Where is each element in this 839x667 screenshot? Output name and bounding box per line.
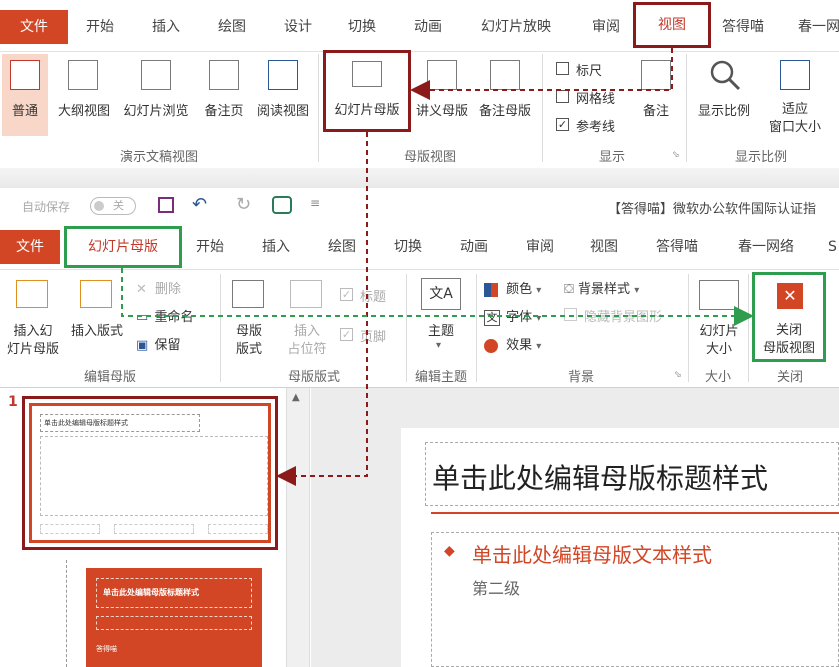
arrow-master-to-thumbnail <box>276 132 368 486</box>
arrow-tab-to-close <box>121 268 754 326</box>
annotation-overlay <box>121 48 754 486</box>
arrow-view-to-master <box>410 48 673 100</box>
